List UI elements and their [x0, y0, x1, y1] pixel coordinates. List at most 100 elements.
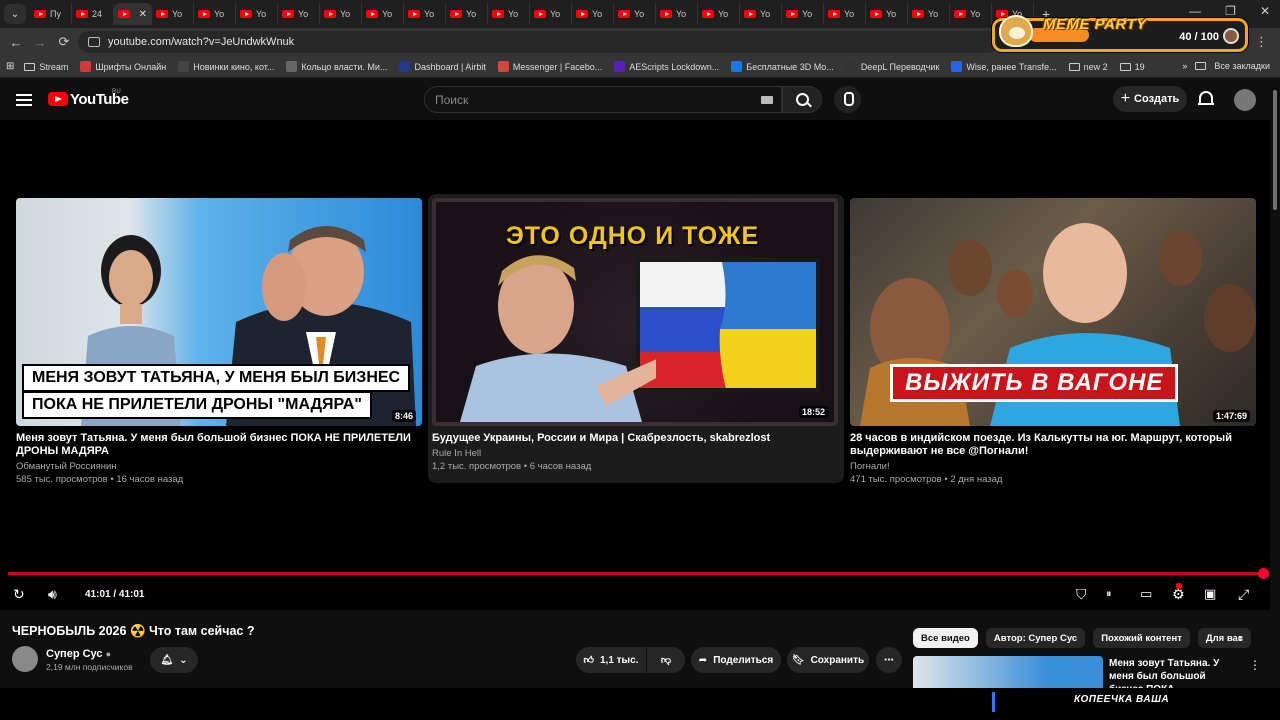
more-actions-button[interactable]: ⋯: [876, 647, 902, 673]
card-3-title[interactable]: 28 часов в индийском поезде. Из Калькутт…: [850, 432, 1256, 458]
browser-tab[interactable]: Yo: [236, 3, 278, 25]
youtube-favicon-icon: [954, 10, 966, 18]
more-bookmarks-icon[interactable]: »: [1182, 61, 1187, 71]
meme-party-widget[interactable]: MEME PARTY 40 / 100: [992, 15, 1248, 52]
browser-tab[interactable]: Yo: [950, 3, 992, 25]
url-text: youtube.com/watch?v=JeUndwkWnuk: [108, 36, 295, 48]
reload-icon[interactable]: ⟳: [52, 34, 76, 50]
bookmark-item[interactable]: Messenger | Facebo...: [497, 61, 602, 72]
channel-avatar[interactable]: [12, 646, 38, 672]
shield-icon[interactable]: ⛉: [1076, 586, 1087, 603]
browser-menu-icon[interactable]: ⋮: [1255, 34, 1268, 50]
share-button[interactable]: ➦ Поделиться: [691, 647, 781, 673]
browser-tab[interactable]: Yo: [362, 3, 404, 25]
browser-tab[interactable]: Yo: [446, 3, 488, 25]
card-2-title[interactable]: Будущее Украины, России и Мира | Скабрез…: [432, 432, 840, 445]
back-icon[interactable]: ←: [4, 35, 28, 50]
browser-tab[interactable]: Yo: [194, 3, 236, 25]
scrubber-handle[interactable]: [1258, 568, 1269, 579]
bookmark-item[interactable]: Wise, ранее Transfe...: [951, 61, 1057, 72]
tab-search-button[interactable]: ⌄: [4, 4, 26, 24]
endscreen-card-1[interactable]: МЕНЯ ЗОВУТ ТАТЬЯНА, У МЕНЯ БЫЛ БИЗНЕС ПО…: [16, 198, 422, 486]
browser-tab[interactable]: Yo: [488, 3, 530, 25]
close-window-icon[interactable]: ✕: [1260, 4, 1270, 18]
browser-tab[interactable]: Yo: [782, 3, 824, 25]
search-button[interactable]: [782, 86, 822, 113]
browser-tab[interactable]: Yo: [656, 3, 698, 25]
url-field[interactable]: youtube.com/watch?v=JeUndwkWnuk: [78, 31, 998, 53]
card-2-thumbnail[interactable]: ЭТО ОДНО И ТОЖЕ 18:52: [432, 198, 838, 426]
channel-name[interactable]: Супер Сус ●: [46, 648, 111, 660]
all-bookmarks[interactable]: Все закладки: [1214, 61, 1270, 71]
progress-bar[interactable]: [8, 572, 1264, 575]
filter-chip[interactable]: Все видео: [913, 628, 978, 648]
fullscreen-icon[interactable]: ⤢: [1238, 586, 1249, 603]
browser-tab[interactable]: Пу: [30, 3, 72, 25]
browser-tab[interactable]: Yo: [908, 3, 950, 25]
miniplayer-icon[interactable]: ▣: [1204, 586, 1216, 602]
bookmark-item[interactable]: DeepL Переводчик: [845, 61, 939, 72]
browser-tab[interactable]: Yo: [740, 3, 782, 25]
bookmark-item[interactable]: Новинки кино, кот...: [178, 61, 274, 72]
subtitles-icon[interactable]: ▭: [1140, 586, 1152, 602]
tab-close-icon[interactable]: ✕: [139, 9, 147, 20]
maximize-icon[interactable]: ❐: [1225, 4, 1236, 18]
bookmark-item[interactable]: AEScripts Lockdown...: [614, 61, 719, 72]
endscreen-card-3[interactable]: ВЫЖИТЬ В ВАГОНЕ 1:47:69 28 часов в индий…: [850, 198, 1256, 486]
site-info-icon[interactable]: [88, 37, 100, 47]
youtube-logo-icon[interactable]: [48, 92, 68, 106]
volume-icon[interactable]: 🔊︎: [48, 586, 57, 603]
filter-chip[interactable]: Для вас: [1197, 628, 1252, 648]
card-1-thumbnail[interactable]: МЕНЯ ЗОВУТ ТАТЬЯНА, У МЕНЯ БЫЛ БИЗНЕС ПО…: [16, 198, 422, 426]
replay-icon[interactable]: ↻: [13, 586, 25, 603]
browser-tab[interactable]: Yo: [824, 3, 866, 25]
apps-grid-icon[interactable]: ⊞: [6, 61, 14, 72]
user-avatar[interactable]: [1234, 89, 1256, 111]
bookmark-item[interactable]: Dashboard | Airbit: [399, 61, 486, 72]
filter-chip[interactable]: Похожий контент: [1093, 628, 1190, 648]
card-3-thumbnail[interactable]: ВЫЖИТЬ В ВАГОНЕ 1:47:69: [850, 198, 1256, 426]
endscreen-card-2[interactable]: ЭТО ОДНО И ТОЖЕ 18:52 Будущее Украины, Р…: [428, 194, 844, 483]
subscribe-bell-button[interactable]: 🔔︎ ⌄: [150, 647, 198, 673]
bookmark-item[interactable]: 19: [1119, 61, 1145, 72]
browser-tab[interactable]: Yo: [614, 3, 656, 25]
minimize-icon[interactable]: —: [1189, 4, 1201, 18]
browser-tab[interactable]: Yo: [152, 3, 194, 25]
browser-tab[interactable]: Yo: [404, 3, 446, 25]
card-2-channel[interactable]: Rule In Hell: [432, 447, 840, 460]
browser-tab[interactable]: ✕: [114, 3, 152, 25]
scrollbar-thumb[interactable]: [1273, 90, 1277, 210]
bookmark-item[interactable]: Stream: [24, 61, 68, 72]
dislike-button[interactable]: 👎︎: [647, 647, 685, 673]
autoplay-toggle[interactable]: ⏸: [1106, 588, 1112, 601]
bookmark-item[interactable]: Бесплатные 3D Мо...: [731, 61, 834, 72]
page-scrollbar[interactable]: [1270, 78, 1280, 688]
related-more-icon[interactable]: ⋮: [1249, 658, 1261, 672]
card-1-channel[interactable]: Обманутый Россиянин: [16, 460, 422, 473]
save-button[interactable]: 🔖︎ Сохранить: [787, 647, 869, 673]
card-1-title[interactable]: Меня зовут Татьяна. У меня был большой б…: [16, 432, 422, 458]
browser-tab[interactable]: Yo: [320, 3, 362, 25]
bookmark-item[interactable]: new 2: [1068, 61, 1108, 72]
filter-chip[interactable]: Автор: Супер Сус: [985, 628, 1086, 648]
bell-icon[interactable]: [1198, 91, 1214, 105]
browser-tab[interactable]: Yo: [278, 3, 320, 25]
create-button[interactable]: + Создать: [1113, 86, 1187, 112]
browser-tab[interactable]: Yo: [572, 3, 614, 25]
browser-tab[interactable]: Yo: [866, 3, 908, 25]
browser-tab[interactable]: Yo: [530, 3, 572, 25]
bookmark-item[interactable]: Шрифты Онлайн: [80, 61, 166, 72]
keyboard-icon[interactable]: [761, 96, 773, 104]
forward-icon[interactable]: →: [28, 35, 52, 50]
card-3-channel[interactable]: Погнали!: [850, 460, 1256, 473]
card-2-duration: 18:52: [798, 406, 828, 418]
browser-tab[interactable]: 24: [72, 3, 114, 25]
like-button[interactable]: 👍︎ 1,1 тыс.: [576, 647, 646, 673]
bookmark-item[interactable]: Кольцо власти. Ми...: [286, 61, 387, 72]
menu-icon[interactable]: [16, 94, 32, 106]
mic-icon[interactable]: [834, 86, 861, 113]
browser-tab[interactable]: Yo: [698, 3, 740, 25]
video-player[interactable]: МЕНЯ ЗОВУТ ТАТЬЯНА, У МЕНЯ БЫЛ БИЗНЕС ПО…: [0, 120, 1270, 610]
chips-next-icon[interactable]: ›: [1238, 630, 1242, 645]
search-input[interactable]: [435, 93, 735, 107]
